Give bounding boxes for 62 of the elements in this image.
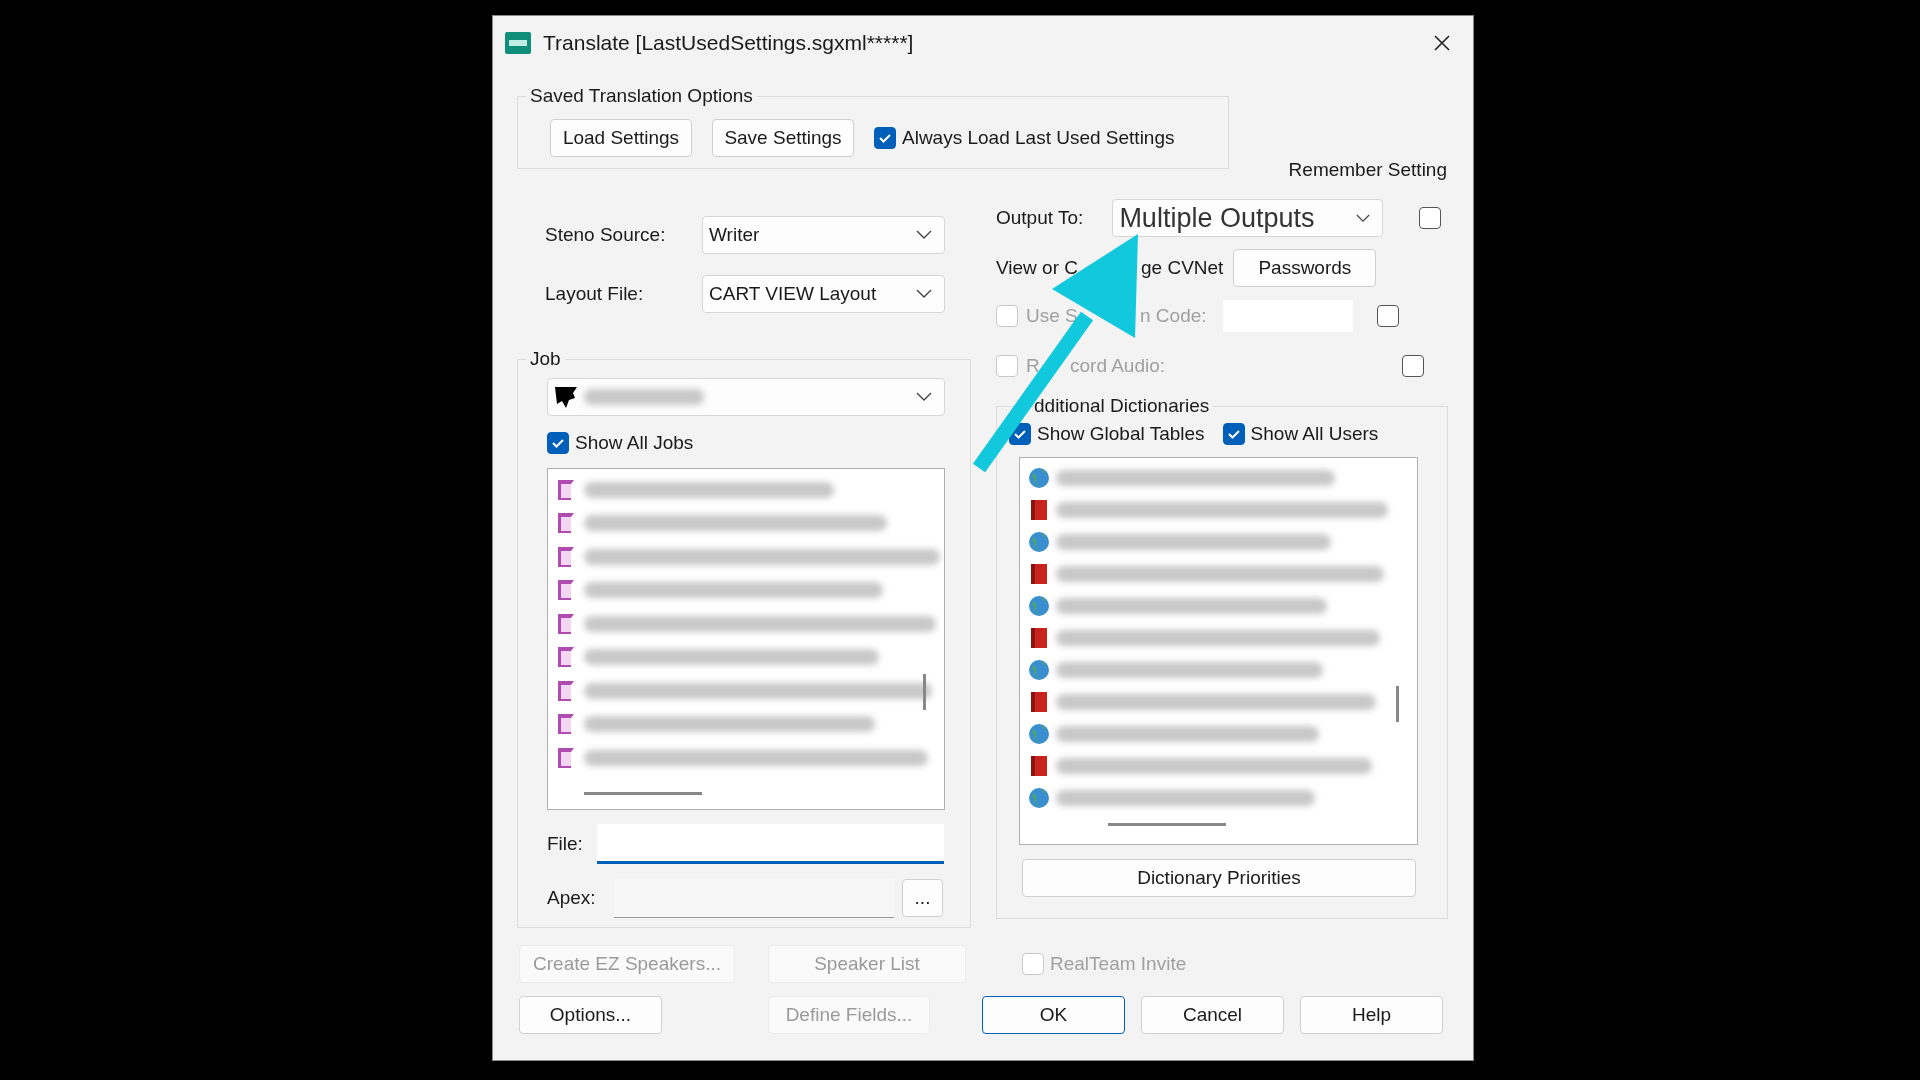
dialog-button[interactable]: OK <box>982 996 1125 1034</box>
window-title: Translate [LastUsedSettings.sgxml*****] <box>543 30 915 55</box>
dictionary-priorities-button[interactable]: Dictionary Priorities <box>1022 859 1416 897</box>
checkbox-label: Show Global Tables <box>1037 423 1205 445</box>
scrollbar-thumb[interactable] <box>1108 823 1226 826</box>
cvnet-label: ge CVNet <box>1141 257 1224 279</box>
dialog-button[interactable]: Help <box>1300 996 1443 1034</box>
app-logo-icon <box>505 31 531 54</box>
checkbox-label: RealTeam Invite <box>1050 953 1187 975</box>
book-icon <box>1028 562 1050 586</box>
group-title: dditional Dictionaries <box>1034 395 1211 417</box>
book-icon <box>1028 690 1050 714</box>
checkbox[interactable] <box>874 127 896 149</box>
globe-icon <box>1028 466 1050 490</box>
book-icon <box>1028 498 1050 522</box>
browse-button[interactable]: ... <box>902 879 943 917</box>
cvnet-label: View or C <box>996 257 1079 279</box>
globe-icon <box>1028 530 1050 554</box>
dialog-button[interactable]: Options... <box>519 996 662 1034</box>
system-code-label: Use S <box>1026 305 1079 327</box>
checkbox[interactable] <box>547 432 569 454</box>
scrollbar-thumb[interactable] <box>584 792 702 795</box>
record-audio-label: cord Audio: <box>1070 355 1166 377</box>
globe-icon <box>1028 722 1050 746</box>
checkbox-label: Show All Users <box>1250 423 1379 445</box>
passwords-button[interactable]: Passwords <box>1233 249 1377 287</box>
job-dropdown[interactable] <box>547 378 945 416</box>
field-label: Steno Source: <box>545 224 667 246</box>
steno-source-dropdown[interactable]: Writer <box>702 216 945 254</box>
field-label: File: <box>547 833 584 855</box>
field-label: Output To: <box>996 207 1085 229</box>
flag-icon <box>554 385 578 409</box>
output-dropdown[interactable]: Multiple Outputs <box>1112 199 1383 237</box>
group-title: Job <box>529 348 562 370</box>
record-audio-label: R <box>1026 355 1041 377</box>
file-input-field[interactable] <box>597 824 944 864</box>
globe-icon <box>1028 594 1050 618</box>
settings-button[interactable]: Save Settings <box>712 119 854 157</box>
field-label: Apex: <box>547 887 597 909</box>
field-label: Layout File: <box>545 283 645 305</box>
scrollbar-thumb[interactable] <box>1396 686 1399 722</box>
chevron-down-icon <box>916 230 932 240</box>
remember-setting-label: Remember Setting <box>1288 159 1447 181</box>
checkbox-label: Show All Jobs <box>575 432 694 454</box>
globe-icon <box>1028 658 1050 682</box>
layout-file-dropdown[interactable]: CART VIEW Layout <box>702 275 945 313</box>
group-title: Saved Translation Options <box>529 85 754 107</box>
chevron-down-icon <box>1356 213 1370 223</box>
book-icon <box>1028 626 1050 650</box>
chevron-down-icon <box>916 392 932 402</box>
apex-input-field[interactable] <box>614 878 894 918</box>
book-icon <box>1028 754 1050 778</box>
checkbox[interactable] <box>1222 423 1245 445</box>
close-icon[interactable] <box>1433 33 1451 52</box>
globe-icon <box>1028 786 1050 810</box>
checkbox-label: Always Load Last Used Settings <box>902 127 1175 149</box>
chevron-down-icon <box>916 289 932 299</box>
settings-button[interactable]: Load Settings <box>550 119 692 157</box>
scrollbar-thumb[interactable] <box>923 674 926 710</box>
dialog-button[interactable]: Cancel <box>1141 996 1284 1034</box>
system-code-label: n Code: <box>1140 305 1207 327</box>
checkbox[interactable] <box>1419 207 1441 229</box>
